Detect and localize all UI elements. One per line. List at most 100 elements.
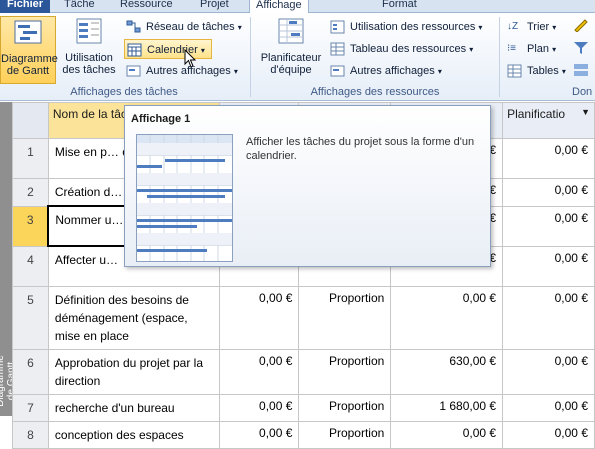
outline-icon: ⁝≡ (507, 43, 517, 54)
row-number: 1 (12, 138, 49, 179)
network-diagram-label: Réseau de tâches (146, 21, 235, 33)
task-name-cell[interactable]: Définition des besoins de déménagement (… (47, 285, 220, 350)
planning-cell[interactable]: 0,00 € (502, 205, 595, 247)
tab-file[interactable]: Fichier (0, 0, 50, 13)
amount-cell[interactable]: 0,00 € (390, 285, 504, 350)
resource-views-group-label: Affichages des ressources (310, 86, 440, 98)
sort-button[interactable]: ↓Z Trier ▾ (505, 17, 556, 37)
highlight-icon[interactable] (573, 18, 589, 33)
calendar-icon (127, 43, 142, 57)
view-bar: Diagramme de Gantt (0, 102, 17, 416)
type-cell[interactable]: Proportion (298, 393, 392, 422)
tooltip-title: Affichage 1 (131, 113, 191, 125)
chevron-down-icon: ▾ (469, 45, 474, 54)
calendar-tooltip: Affichage 1 Afficher les tâches du proje… (124, 105, 491, 267)
select-all-corner[interactable] (12, 102, 49, 139)
resource-sheet-icon (330, 42, 345, 56)
team-planner-button[interactable]: Planificateur d'équipe (257, 16, 325, 76)
chevron-down-icon: ▾ (561, 67, 566, 76)
calendar-button[interactable]: Calendrier ▾ (124, 39, 212, 59)
amount-cell[interactable]: 630,00 € (390, 348, 504, 395)
task-usage-button[interactable]: Utilisation des tâches (58, 16, 120, 76)
separator (499, 17, 500, 97)
separator (250, 17, 251, 97)
other-views-icon (126, 65, 141, 77)
other-views-button[interactable]: Autres affichages ▾ (124, 61, 238, 81)
other-views-2-button[interactable]: Autres affichages ▾ (328, 61, 442, 81)
tab-view[interactable]: Affichage (249, 0, 309, 14)
cost-cell[interactable]: 0,00 € (218, 420, 300, 449)
cost-cell[interactable]: 0,00 € (218, 393, 300, 422)
task-usage-icon (76, 18, 102, 44)
type-cell[interactable]: Proportion (298, 285, 392, 350)
other-views-label: Autres affichages (146, 65, 231, 77)
planning-cell[interactable]: 0,00 € (502, 245, 595, 287)
planning-cell[interactable]: 0,00 € (502, 138, 595, 179)
gantt-chart-label: Diagramme de Gantt (1, 53, 58, 77)
planning-cell[interactable]: 0,00 € (502, 178, 595, 207)
type-cell[interactable]: Proportion (298, 420, 392, 449)
tooltip-description: Afficher les tâches du projet sous la fo… (246, 136, 475, 162)
row-number: 5 (12, 285, 49, 350)
gantt-chart-button[interactable]: Diagramme de Gantt (0, 16, 58, 84)
row-number: 4 (12, 245, 49, 287)
task-name-cell[interactable]: Approbation du projet par la direction (47, 348, 220, 395)
row-number: 7 (12, 393, 49, 422)
tab-task[interactable]: Tâche (58, 0, 101, 13)
row-number: 8 (12, 420, 49, 449)
tab-format[interactable]: Format (376, 0, 423, 13)
gantt-chart-icon (14, 20, 42, 44)
amount-cell[interactable]: 0,00 € (390, 420, 504, 449)
table-row[interactable]: 8 conception des espaces 0,00 € Proporti… (12, 420, 595, 449)
planning-cell[interactable]: 0,00 € (502, 420, 595, 449)
type-cell[interactable]: Proportion (298, 348, 392, 395)
team-planner-icon (278, 18, 304, 44)
task-views-group-label: Affichages des tâches (70, 86, 178, 98)
tables-button[interactable]: Tables ▾ (505, 61, 566, 81)
tab-project[interactable]: Projet (194, 0, 235, 13)
tables-icon (507, 64, 522, 78)
resource-usage-button[interactable]: Utilisation des ressources ▾ (328, 17, 482, 37)
planning-cell[interactable]: 0,00 € (502, 285, 595, 350)
ribbon: Diagramme de Gantt Utilisation des tâche… (0, 13, 595, 101)
cost-cell[interactable]: 0,00 € (218, 348, 300, 395)
table-row[interactable]: 6 Approbation du projet par la direction… (12, 348, 595, 395)
table-row[interactable]: 7 recherche d'un bureau 0,00 € Proportio… (12, 393, 595, 422)
other-views-icon (330, 65, 345, 77)
other-views-2-label: Autres affichages (350, 65, 435, 77)
resource-sheet-label: Tableau des ressources (350, 43, 467, 55)
chevron-down-icon[interactable]: ▼ (581, 107, 590, 117)
row-number: 6 (12, 348, 49, 395)
sort-label: Trier (527, 21, 550, 33)
team-planner-label: Planificateur d'équipe (260, 52, 322, 76)
outline-label: Plan (527, 43, 550, 55)
planning-cell[interactable]: 0,00 € (502, 348, 595, 395)
resource-usage-label: Utilisation des ressources (350, 21, 476, 33)
chevron-down-icon: ▾ (437, 67, 442, 76)
planning-cell[interactable]: 0,00 € (502, 393, 595, 422)
chevron-down-icon: ▾ (552, 45, 557, 54)
amount-cell[interactable]: 1 680,00 € (390, 393, 504, 422)
sort-icon: ↓Z (507, 21, 519, 32)
column-header-planning[interactable]: Planificatio ▼ (502, 102, 595, 139)
chevron-down-icon: ▾ (478, 23, 483, 32)
calendar-preview-icon (136, 134, 233, 262)
task-name-cell[interactable]: conception des espaces (47, 420, 220, 449)
chevron-down-icon: ▾ (200, 46, 205, 55)
network-diagram-icon (126, 20, 141, 33)
tables-label: Tables (527, 65, 559, 77)
chevron-down-icon: ▾ (237, 23, 242, 32)
filter-icon[interactable] (573, 41, 589, 55)
network-diagram-button[interactable]: Réseau de tâches ▾ (124, 17, 242, 37)
group-icon[interactable] (573, 63, 589, 77)
data-group-label: Don (572, 86, 593, 98)
table-row[interactable]: 5 Définition des besoins de déménagement… (12, 285, 595, 350)
row-number: 3 (12, 205, 49, 247)
resource-sheet-button[interactable]: Tableau des ressources ▾ (328, 39, 473, 59)
task-usage-label: Utilisation des tâches (62, 52, 116, 76)
row-number: 2 (12, 178, 49, 207)
cost-cell[interactable]: 0,00 € (218, 285, 300, 350)
task-name-cell[interactable]: recherche d'un bureau (47, 393, 220, 422)
tab-resource[interactable]: Ressource (114, 0, 179, 13)
outline-button[interactable]: ⁝≡ Plan ▾ (505, 39, 556, 59)
